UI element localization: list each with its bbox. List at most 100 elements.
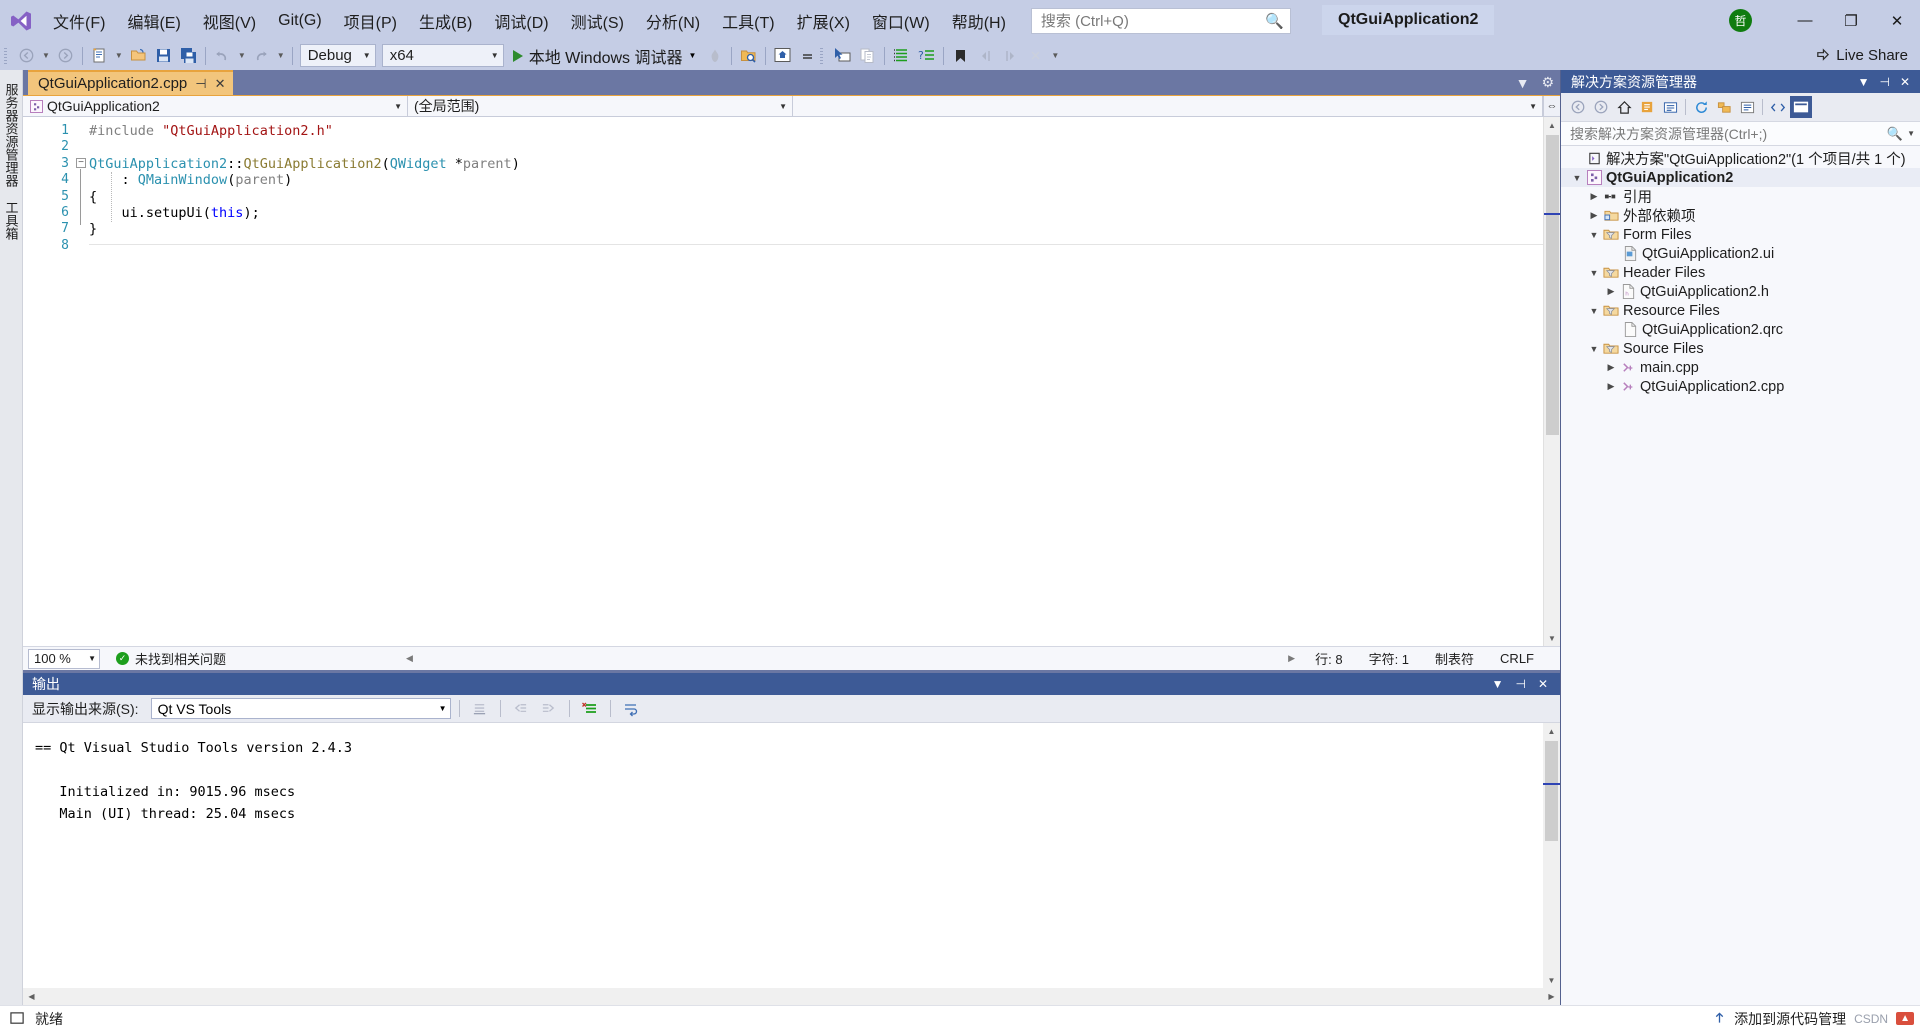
go-to-message-icon[interactable] [468, 698, 492, 720]
menu-window[interactable]: 窗口(W) [861, 0, 941, 41]
toolbar-grip[interactable] [4, 47, 14, 65]
solution-explorer-search[interactable]: 搜索解决方案资源管理器(Ctrl+;) 🔍 ▼ [1561, 122, 1920, 146]
toolbar-grip-2[interactable] [820, 47, 830, 65]
navigate-backward-dropdown-icon[interactable]: ▼ [39, 51, 53, 60]
toggle-word-wrap-icon[interactable] [619, 698, 643, 720]
save-all-icon[interactable] [176, 43, 201, 68]
close-icon[interactable]: ✕ [1532, 677, 1554, 691]
code-text-area[interactable]: #include "QtGuiApplication2.h" QtGuiAppl… [89, 117, 1543, 646]
home-icon[interactable] [1613, 96, 1635, 118]
show-all-files-icon[interactable] [1659, 96, 1681, 118]
output-text-body[interactable]: == Qt Visual Studio Tools version 2.4.3 … [23, 723, 1560, 988]
solution-tree[interactable]: 解决方案"QtGuiApplication2"(1 个项目/共 1 个) ▼ Q… [1561, 146, 1920, 1005]
scroll-down-icon[interactable]: ▼ [1544, 630, 1560, 646]
menu-debug[interactable]: 调试(D) [483, 0, 559, 41]
undo-icon[interactable] [210, 43, 235, 68]
editor-vertical-scrollbar[interactable]: ▲ ▼ [1543, 117, 1560, 646]
tree-item-header-file[interactable]: ▶ h QtGuiApplication2.h [1561, 282, 1920, 301]
close-icon[interactable]: ✕ [1895, 75, 1915, 89]
properties-icon[interactable] [1736, 96, 1758, 118]
pin-icon[interactable]: ⊣ [1874, 75, 1894, 89]
tab-toolbox[interactable]: 工具箱 [0, 194, 24, 247]
menu-edit[interactable]: 编辑(E) [116, 0, 191, 41]
equals-icon[interactable] [795, 43, 820, 68]
view-designer-icon[interactable] [1790, 96, 1812, 118]
tree-twisty[interactable]: ▶ [1586, 191, 1602, 202]
chevron-down-icon[interactable]: ▼ [1516, 75, 1530, 91]
clear-output-icon[interactable] [578, 698, 602, 720]
pending-changes-icon[interactable] [1636, 96, 1658, 118]
bookmark-icon[interactable] [948, 43, 973, 68]
new-project-icon[interactable] [87, 43, 112, 68]
nav-member-combo[interactable]: ▼ [793, 96, 1543, 116]
tree-twisty[interactable]: ▶ [1586, 210, 1602, 221]
search-in-files-icon[interactable] [736, 43, 761, 68]
menu-help[interactable]: 帮助(H) [941, 0, 1017, 41]
scroll-up-icon[interactable]: ▲ [1543, 723, 1560, 739]
tree-item-qtguiapplication2-cpp[interactable]: ▶ QtGuiApplication2.cpp [1561, 377, 1920, 396]
navigate-backward-icon[interactable] [14, 43, 39, 68]
tree-twisty[interactable]: ▼ [1586, 268, 1602, 278]
close-icon[interactable]: ✕ [215, 76, 226, 92]
scroll-down-icon[interactable]: ▼ [1543, 972, 1560, 988]
select-element-icon[interactable] [830, 43, 855, 68]
minimize-button[interactable]: — [1782, 0, 1828, 41]
menu-tools[interactable]: 工具(T) [711, 0, 785, 41]
nav-project-combo[interactable]: QtGuiApplication2 ▼ [23, 96, 408, 116]
tree-twisty[interactable]: ▼ [1586, 306, 1602, 316]
open-file-icon[interactable] [126, 43, 151, 68]
chevron-down-icon[interactable]: ▼ [1907, 129, 1915, 138]
save-icon[interactable] [151, 43, 176, 68]
previous-bookmark-icon[interactable] [973, 43, 998, 68]
problems-indicator[interactable]: ✓ 未找到相关问题 [116, 649, 226, 668]
clear-bookmarks-icon[interactable] [1023, 43, 1048, 68]
close-button[interactable]: ✕ [1874, 0, 1920, 41]
next-bookmark-icon[interactable] [998, 43, 1023, 68]
tree-item-project[interactable]: ▼ QtGuiApplication2 [1561, 168, 1920, 187]
hscroll-left-icon[interactable]: ◀ [406, 653, 413, 664]
gear-icon[interactable]: ⚙ [1541, 74, 1554, 91]
scroll-thumb[interactable] [1546, 135, 1559, 435]
refresh-icon[interactable] [1690, 96, 1712, 118]
copy-element-icon[interactable] [855, 43, 880, 68]
tree-item-resource-files[interactable]: ▼ Resource Files [1561, 301, 1920, 320]
hot-reload-icon[interactable] [702, 43, 727, 68]
source-control-label[interactable]: 添加到源代码管理 [1734, 1009, 1846, 1029]
menu-view[interactable]: 视图(V) [192, 0, 267, 41]
notification-badge[interactable]: ▲ [1896, 1012, 1914, 1025]
tree-item-external-dependencies[interactable]: ▶ 外部依赖项 [1561, 206, 1920, 225]
code-editor-surface[interactable]: 1 2 3 4 5 6 7 8 − #include "QtGuiApplica… [23, 117, 1560, 646]
pin-icon[interactable]: ⊣ [1509, 677, 1531, 691]
forward-icon[interactable] [1590, 96, 1612, 118]
properties-window-icon[interactable] [889, 43, 914, 68]
zoom-level-combo[interactable]: 100 % ▼ [28, 648, 100, 669]
solution-platform-combo[interactable]: x64 ▼ [381, 44, 504, 67]
scroll-thumb[interactable] [1545, 741, 1558, 841]
live-share-button[interactable]: Live Share [1815, 47, 1908, 64]
global-search-input[interactable]: 搜索 (Ctrl+Q) 🔍 [1030, 7, 1291, 34]
collapse-all-icon[interactable] [1713, 96, 1735, 118]
tree-twisty[interactable]: ▼ [1569, 173, 1585, 183]
split-editor-icon[interactable]: ⇔ [1543, 96, 1560, 116]
document-tab-qtguiapplication2-cpp[interactable]: QtGuiApplication2.cpp ⊣ ✕ [28, 70, 233, 95]
menu-extensions[interactable]: 扩展(X) [786, 0, 861, 41]
start-debugging-button[interactable]: 本地 Windows 调试器 ▼ [507, 43, 703, 68]
collapse-region-icon[interactable]: − [76, 158, 86, 168]
tree-item-references[interactable]: ▶ 引用 [1561, 187, 1920, 206]
tree-item-source-files[interactable]: ▼ Source Files [1561, 339, 1920, 358]
tree-item-solution[interactable]: 解决方案"QtGuiApplication2"(1 个项目/共 1 个) [1561, 149, 1920, 168]
menu-analyze[interactable]: 分析(N) [635, 0, 711, 41]
tree-twisty[interactable]: ▶ [1603, 381, 1619, 392]
back-icon[interactable] [1567, 96, 1589, 118]
toolbar-overflow-icon[interactable]: ▼ [1048, 51, 1062, 60]
tab-server-explorer[interactable]: 服务器资源管理器 [0, 76, 24, 194]
maximize-button[interactable]: ❐ [1828, 0, 1874, 41]
new-project-dropdown-icon[interactable]: ▼ [112, 51, 126, 60]
menu-git[interactable]: Git(G) [267, 0, 333, 41]
tree-twisty[interactable]: ▼ [1586, 344, 1602, 354]
search-icon[interactable]: 🔍 [1887, 126, 1903, 142]
menu-test[interactable]: 测试(S) [560, 0, 635, 41]
tree-twisty[interactable]: ▶ [1603, 286, 1619, 297]
redo-dropdown-icon[interactable]: ▼ [274, 51, 288, 60]
chevron-down-icon[interactable]: ▼ [1486, 677, 1510, 691]
